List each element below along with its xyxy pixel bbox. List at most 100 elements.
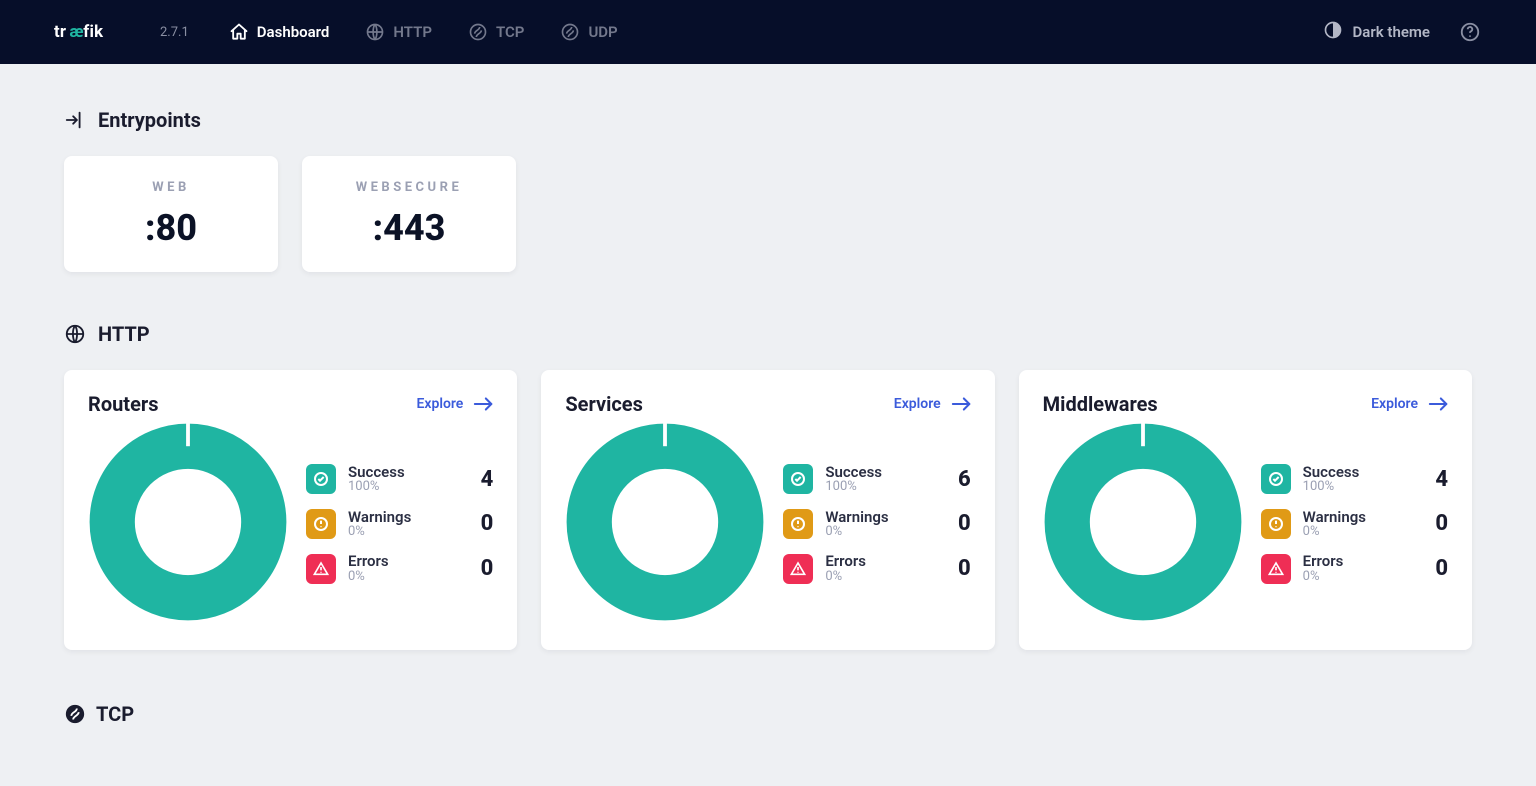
panel-title: Middlewares [1043,392,1158,416]
stat-pct: 0% [825,570,866,584]
entrypoint-card-web[interactable]: WEB :80 [64,156,278,272]
theme-toggle[interactable]: Dark theme [1323,20,1430,44]
explore-label: Explore [894,396,941,412]
stat-pct: 0% [348,525,411,539]
tab-label: Dashboard [257,23,330,41]
stat-errors: Errors0% 0 [783,553,970,584]
error-icon [1261,554,1291,584]
explore-link[interactable]: Explore [894,396,971,412]
nav-tabs: Dashboard HTTP TCP UDP [229,22,618,42]
globe-icon [64,323,86,345]
theme-label: Dark theme [1353,23,1430,41]
stat-pct: 100% [825,480,882,494]
donut-chart [565,422,765,626]
panel-title: Services [565,392,643,416]
tab-dashboard[interactable]: Dashboard [229,22,330,42]
stat-warnings: Warnings0% 0 [306,509,493,540]
stat-label: Success [348,464,405,481]
section-http-header: HTTP [64,322,1472,346]
stat-count: 0 [1435,511,1448,536]
entrypoint-card-websecure[interactable]: WEBSECURE :443 [302,156,516,272]
version-label: 2.7.1 [160,25,189,40]
success-icon [306,464,336,494]
stat-count: 4 [481,467,494,492]
stat-list: Success100% 6 Warnings0% 0 Errors0% 0 [783,464,970,584]
swap-icon [64,703,86,725]
section-title: HTTP [98,322,150,346]
brand-logo[interactable]: træfik [54,18,146,46]
help-button[interactable] [1458,20,1482,44]
stat-pct: 0% [1303,570,1344,584]
svg-text:æ: æ [69,22,83,42]
stat-label: Errors [348,553,389,570]
entrypoint-name: WEBSECURE [356,180,463,195]
swap-icon [560,22,580,42]
explore-link[interactable]: Explore [1371,396,1448,412]
tab-label: HTTP [393,23,432,41]
success-icon [783,464,813,494]
tab-udp[interactable]: UDP [560,22,617,42]
stat-count: 0 [958,556,971,581]
stat-success: Success100% 6 [783,464,970,495]
stat-pct: 100% [348,480,405,494]
stat-label: Success [1303,464,1360,481]
stat-label: Warnings [825,509,888,526]
home-icon [229,22,249,42]
stat-pct: 0% [348,570,389,584]
arrow-right-icon [473,396,493,412]
stat-count: 0 [481,511,494,536]
panel-services: Services Explore Success100% 6 [541,370,994,650]
tab-http[interactable]: HTTP [365,22,432,42]
warning-icon [783,509,813,539]
stat-label: Warnings [348,509,411,526]
stat-count: 0 [481,556,494,581]
svg-text:tr: tr [54,22,66,42]
explore-label: Explore [416,396,463,412]
http-panels: Routers Explore Success100% 4 [64,370,1472,650]
donut-chart [1043,422,1243,626]
panel-routers: Routers Explore Success100% 4 [64,370,517,650]
stat-count: 0 [1435,556,1448,581]
panel-middlewares: Middlewares Explore Success100% 4 [1019,370,1472,650]
entrypoints-row: WEB :80 WEBSECURE :443 [64,156,1472,272]
tab-tcp[interactable]: TCP [468,22,524,42]
stat-errors: Errors0% 0 [306,553,493,584]
stat-pct: 0% [825,525,888,539]
stat-count: 0 [958,511,971,536]
section-title: TCP [96,702,134,726]
globe-icon [365,22,385,42]
donut-chart [88,422,288,626]
stat-list: Success100% 4 Warnings0% 0 Errors0% 0 [306,464,493,584]
error-icon [306,554,336,584]
stat-pct: 100% [1303,480,1360,494]
stat-label: Success [825,464,882,481]
tab-label: TCP [496,23,524,41]
swap-icon [468,22,488,42]
login-icon [64,109,86,131]
stat-count: 6 [958,467,971,492]
warning-icon [306,509,336,539]
entrypoint-port: :443 [373,207,446,249]
tab-label: UDP [588,23,617,41]
panel-title: Routers [88,392,158,416]
stat-warnings: Warnings0% 0 [1261,509,1448,540]
section-tcp-header: TCP [64,702,1472,726]
explore-link[interactable]: Explore [416,396,493,412]
stat-label: Errors [1303,553,1344,570]
arrow-right-icon [1428,396,1448,412]
top-nav: træfik 2.7.1 Dashboard HTTP TCP UDP [0,0,1536,64]
nav-right: Dark theme [1323,20,1482,44]
explore-label: Explore [1371,396,1418,412]
warning-icon [1261,509,1291,539]
error-icon [783,554,813,584]
success-icon [1261,464,1291,494]
stat-label: Errors [825,553,866,570]
stat-success: Success100% 4 [1261,464,1448,495]
stat-pct: 0% [1303,525,1366,539]
svg-text:fik: fik [83,22,104,42]
entrypoint-port: :80 [145,207,197,249]
arrow-right-icon [951,396,971,412]
stat-label: Warnings [1303,509,1366,526]
stat-list: Success100% 4 Warnings0% 0 Errors0% 0 [1261,464,1448,584]
section-title: Entrypoints [98,108,201,132]
